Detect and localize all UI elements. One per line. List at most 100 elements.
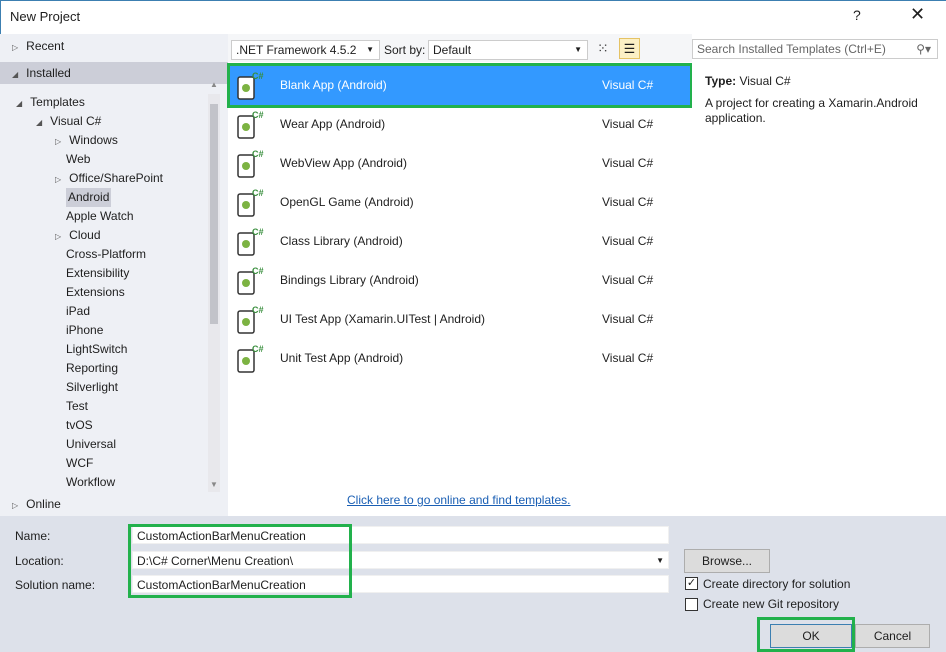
category-recent[interactable]: ▷ Recent	[0, 35, 228, 57]
tree-item-label: Templates	[30, 95, 85, 109]
template-name: Class Library (Android)	[280, 234, 403, 248]
scroll-up-icon[interactable]: ▲	[210, 80, 218, 89]
template-language: Visual C#	[602, 234, 654, 248]
create-directory-checkbox[interactable]: ✓	[685, 577, 698, 590]
svg-text:C#: C#	[252, 71, 264, 81]
expand-arrow-icon[interactable]: ▷	[55, 232, 61, 241]
svg-text:C#: C#	[252, 188, 264, 198]
template-language: Visual C#	[602, 351, 654, 365]
close-button[interactable]: ✕	[910, 4, 925, 25]
search-input[interactable]: Search Installed Templates (Ctrl+E) ⚲▾	[692, 39, 938, 59]
tree-item-label: Visual C#	[50, 114, 102, 128]
tree-item[interactable]: iPhone	[66, 321, 103, 340]
template-item[interactable]: C# Class Library (Android) Visual C#	[230, 222, 690, 261]
tree-item-label: iPhone	[66, 323, 104, 337]
collapse-arrow-icon[interactable]: ◢	[36, 118, 42, 127]
small-icons-view-icon[interactable]: ⁙	[597, 40, 609, 57]
type-line: Type: Visual C#	[705, 74, 791, 88]
search-icon[interactable]: ⚲▾	[916, 40, 931, 58]
tree-item[interactable]: Cross-Platform	[66, 245, 146, 264]
expand-arrow-icon[interactable]: ▷	[55, 175, 61, 184]
android-template-icon: C#	[237, 344, 264, 373]
chevron-down-icon[interactable]: ▼	[656, 552, 664, 570]
tree-item-label: Workflow	[66, 475, 116, 489]
cancel-button[interactable]: Cancel	[855, 624, 930, 648]
tree-item[interactable]: Android	[66, 188, 112, 207]
tree-item-label: tvOS	[66, 418, 93, 432]
tree-item-label: Android	[68, 190, 110, 204]
template-list: C# Blank App (Android) Visual C# C# Wear App…	[227, 62, 693, 516]
category-installed[interactable]: ◢ Installed	[0, 62, 228, 84]
help-button[interactable]: ?	[853, 7, 861, 23]
tree-item[interactable]: ▷ Windows	[55, 131, 118, 150]
tree-item[interactable]: Test	[66, 397, 88, 416]
template-name: Unit Test App (Android)	[280, 351, 404, 365]
svg-text:C#: C#	[252, 344, 264, 354]
android-template-icon: C#	[237, 305, 264, 334]
tree-item[interactable]: Universal	[66, 435, 116, 454]
template-name: Bindings Library (Android)	[280, 273, 419, 287]
online-templates-link[interactable]: Click here to go online and find templat…	[347, 493, 570, 507]
tree-item-label: Silverlight	[66, 380, 119, 394]
framework-dropdown[interactable]: .NET Framework 4.5.2 ▼	[231, 40, 380, 60]
template-item[interactable]: C# Blank App (Android) Visual C#	[227, 63, 693, 108]
tree-item-label: Test	[66, 399, 89, 413]
name-label: Name:	[15, 529, 51, 543]
location-label: Location:	[15, 554, 64, 568]
dialog-title: New Project	[10, 9, 81, 24]
tree-item[interactable]: Extensions	[66, 283, 125, 302]
label: Recent	[26, 39, 65, 53]
tree-item[interactable]: LightSwitch	[66, 340, 127, 359]
tree-item[interactable]: ▷ Cloud	[55, 226, 101, 245]
browse-button[interactable]: Browse...	[684, 549, 770, 573]
tree-item[interactable]: Reporting	[66, 359, 118, 378]
tree-item[interactable]: Web	[66, 150, 90, 169]
tree-item[interactable]: WCF	[66, 454, 93, 473]
template-item[interactable]: C# WebView App (Android) Visual C#	[230, 144, 690, 183]
android-template-icon: C#	[237, 188, 264, 217]
list-view-icon[interactable]: ☰	[619, 38, 640, 59]
expand-arrow-icon[interactable]: ▷	[55, 137, 61, 146]
tree-item[interactable]: ◢ Visual C#	[36, 112, 101, 131]
tree-item-label: Apple Watch	[66, 209, 134, 223]
template-name: UI Test App (Xamarin.UITest | Android)	[280, 312, 485, 326]
tree-item[interactable]: Extensibility	[66, 264, 129, 283]
scrollbar-thumb[interactable]	[210, 104, 218, 324]
create-git-checkbox[interactable]	[685, 598, 698, 611]
type-label: Type:	[705, 74, 737, 88]
highlight-box-fields	[128, 524, 352, 598]
template-language: Visual C#	[602, 273, 654, 287]
template-item[interactable]: C# OpenGL Game (Android) Visual C#	[230, 183, 690, 222]
chevron-down-icon: ▼	[366, 45, 374, 54]
android-template-icon: C#	[237, 71, 264, 100]
tree-item[interactable]: tvOS	[66, 416, 93, 435]
android-template-icon: C#	[237, 110, 264, 139]
sort-dropdown[interactable]: Default ▼	[428, 40, 588, 60]
tree-item[interactable]: ◢ Templates	[16, 93, 85, 112]
create-directory-label: Create directory for solution	[703, 577, 851, 591]
template-language: Visual C#	[602, 195, 654, 209]
type-value: Visual C#	[739, 74, 791, 88]
svg-text:C#: C#	[252, 227, 264, 237]
tree-item-label: Cloud	[69, 228, 101, 242]
tree-item[interactable]: Workflow	[66, 473, 115, 492]
svg-text:C#: C#	[252, 149, 264, 159]
svg-text:C#: C#	[252, 110, 264, 120]
tree-item[interactable]: Silverlight	[66, 378, 118, 397]
collapse-arrow-icon[interactable]: ◢	[16, 99, 22, 108]
template-description: A project for creating a Xamarin.Android…	[705, 96, 918, 125]
template-item[interactable]: C# Unit Test App (Android) Visual C#	[230, 339, 690, 378]
label: Online	[26, 497, 61, 511]
template-item[interactable]: C# Bindings Library (Android) Visual C#	[230, 261, 690, 300]
tree-item[interactable]: ▷ Office/SharePoint	[55, 169, 163, 188]
tree-item-label: Cross-Platform	[66, 247, 147, 261]
category-online[interactable]: ▷ Online	[0, 493, 228, 515]
scroll-down-icon[interactable]: ▼	[210, 480, 218, 489]
template-item[interactable]: C# Wear App (Android) Visual C#	[230, 105, 690, 144]
template-language: Visual C#	[602, 117, 654, 131]
android-template-icon: C#	[237, 227, 264, 256]
template-item[interactable]: C# UI Test App (Xamarin.UITest | Android)…	[230, 300, 690, 339]
tree-item[interactable]: iPad	[66, 302, 90, 321]
tree-item[interactable]: Apple Watch	[66, 207, 134, 226]
svg-text:C#: C#	[252, 266, 264, 276]
